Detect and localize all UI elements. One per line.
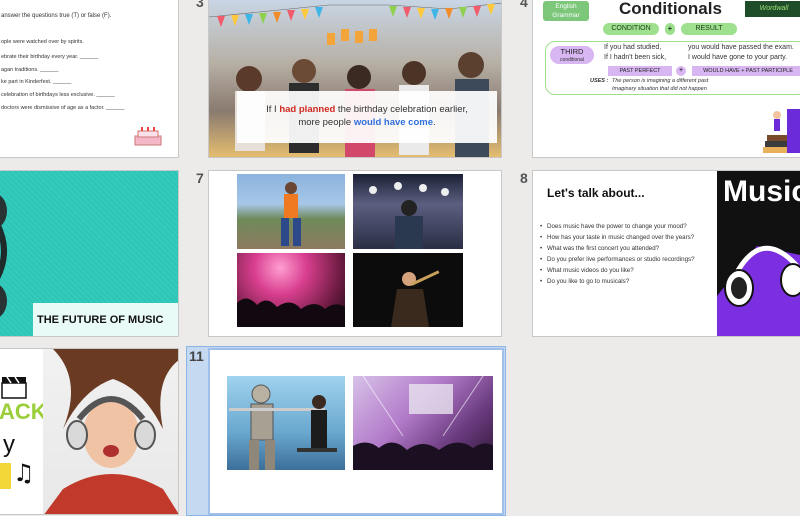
slide-8-heading: Let's talk about... xyxy=(547,186,645,200)
example-if-2: If I hadn't been sick, xyxy=(604,54,667,61)
slide-number: 3 xyxy=(196,0,204,10)
cake-icon xyxy=(133,127,163,147)
slide-number: 8 xyxy=(520,170,528,186)
slide-number: 4 xyxy=(520,0,528,10)
music-side-panel: Music xyxy=(717,171,800,336)
caption-line-2: more people would have come. xyxy=(298,117,436,128)
discussion-question: What was the first concert you attended? xyxy=(540,245,659,252)
music-note-icon: ♫ xyxy=(13,459,35,487)
uses-label: USES : xyxy=(590,78,609,84)
slide-thumbnail-8[interactable]: Let's talk about... Does music have the … xyxy=(532,170,800,337)
yellow-shape xyxy=(0,463,11,489)
slide-2-line: agan traditions. ______ xyxy=(1,67,59,73)
third-conditional-panel: THIRD conditional If you had studied, If… xyxy=(545,41,800,95)
slide-2-line: ople were watched over by spirits. xyxy=(1,39,84,45)
headphones-icon xyxy=(0,181,29,321)
girl-headphones-photo xyxy=(43,349,178,514)
person-books-illustration xyxy=(747,105,800,153)
slide-2-line: ke part in Kinderfest. ______ xyxy=(1,79,72,85)
music-title: Music xyxy=(723,175,800,208)
headphones-icon xyxy=(717,245,800,336)
use-1: The person is imagining a different past xyxy=(612,78,709,84)
would-have-pill: WOULD HAVE + PAST PARTICIPLE xyxy=(692,66,800,76)
wordwall-logo: Wordwall xyxy=(745,1,800,17)
slide-10-letters-2: y xyxy=(3,431,15,458)
slide-number: 11 xyxy=(189,348,204,364)
plus-badge-2: + xyxy=(676,66,686,76)
slide-thumbnail-11[interactable] xyxy=(208,348,504,515)
third-conditional-badge: THIRD conditional xyxy=(550,46,594,64)
slide-thumbnail-10[interactable]: ACK y ♫ xyxy=(0,348,179,515)
plus-badge: + xyxy=(665,23,675,35)
grammar-badge: English Grammar xyxy=(543,1,589,21)
runner-photo xyxy=(237,174,345,249)
concert-crowd-photo xyxy=(237,253,345,327)
slide-thumbnail-2[interactable]: answer the questions true (T) or false (… xyxy=(0,0,179,158)
slide-2-line: celebration of birthdays less exclusive.… xyxy=(1,92,115,98)
result-pill: RESULT xyxy=(681,23,737,35)
discussion-question: What music videos do you like? xyxy=(540,267,634,274)
caption-line-1: If I had planned the birthday celebratio… xyxy=(266,104,468,115)
slide-thumbnail-6[interactable]: THE FUTURE OF MUSIC xyxy=(0,170,179,337)
clapperboard-icon xyxy=(1,375,27,399)
slide-2-line: doctors were dismissive of age as a fact… xyxy=(1,105,125,111)
slide-thumbnail-3[interactable]: If I had planned the birthday celebratio… xyxy=(208,0,502,158)
caption-highlight-blue: would have come xyxy=(353,117,433,128)
discussion-question: How has your taste in music changed over… xyxy=(540,234,694,241)
example-if-1: If you had studied, xyxy=(604,44,662,51)
discussion-question: Do you prefer live performances or studi… xyxy=(540,256,695,263)
orchestra-photo xyxy=(353,174,463,249)
slide-2-line: answer the questions true (T) or false (… xyxy=(1,13,112,19)
slide-number: 7 xyxy=(196,170,204,186)
use-2: Imaginary situation that did not happen xyxy=(612,86,707,92)
discussion-question: Do you like to go to musicals? xyxy=(540,278,629,285)
slide-6-title: THE FUTURE OF MUSIC xyxy=(33,303,178,336)
example-result-1: you would have passed the exam. xyxy=(688,44,794,51)
slide-3-caption-box: If I had planned the birthday celebratio… xyxy=(237,91,497,143)
slide-2-line: ebrate their birthday every year. ______ xyxy=(1,54,99,60)
caption-highlight-red: had planned xyxy=(279,104,336,115)
robot-flute-photo xyxy=(227,376,345,470)
slide-thumbnail-7[interactable] xyxy=(208,170,502,337)
past-perfect-pill: PAST PERFECT xyxy=(608,66,672,76)
condition-pill: CONDITION xyxy=(603,23,659,35)
concert-stage-photo xyxy=(353,376,493,470)
slide-thumbnail-4[interactable]: English Grammar Conditionals Wordwall CO… xyxy=(532,0,800,158)
slide-4-title: Conditionals xyxy=(619,0,722,18)
slide-10-letters: ACK xyxy=(0,399,47,424)
discussion-question: Does music have the power to change your… xyxy=(540,223,687,230)
violinist-photo xyxy=(353,253,463,327)
example-result-2: I would have gone to your party. xyxy=(688,54,788,61)
